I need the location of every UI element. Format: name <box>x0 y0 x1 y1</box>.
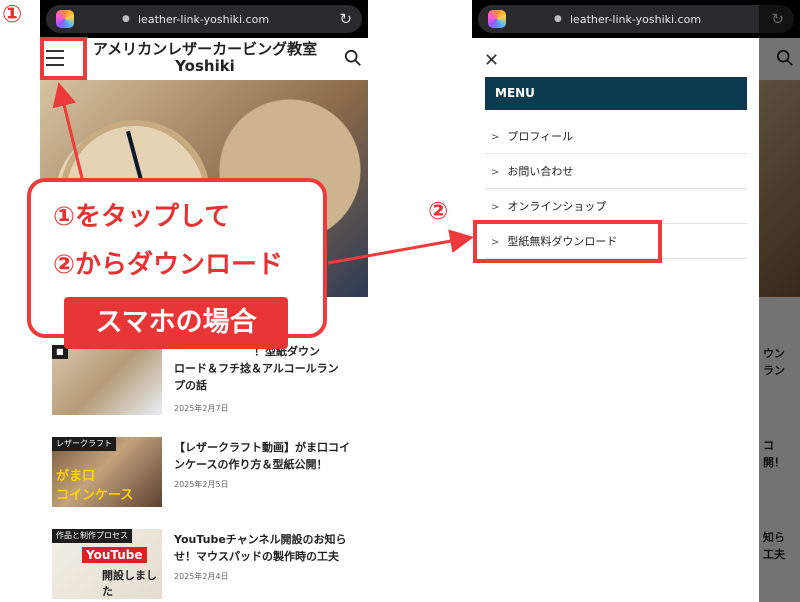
arrow-to-download-item <box>327 229 474 265</box>
arrow-to-hamburger <box>52 82 84 179</box>
callout-line1: ①をタップして <box>53 202 231 232</box>
callout-line2: ②からダウンロード <box>53 250 284 280</box>
smartphone-badge: スマホの場合 <box>64 297 288 349</box>
